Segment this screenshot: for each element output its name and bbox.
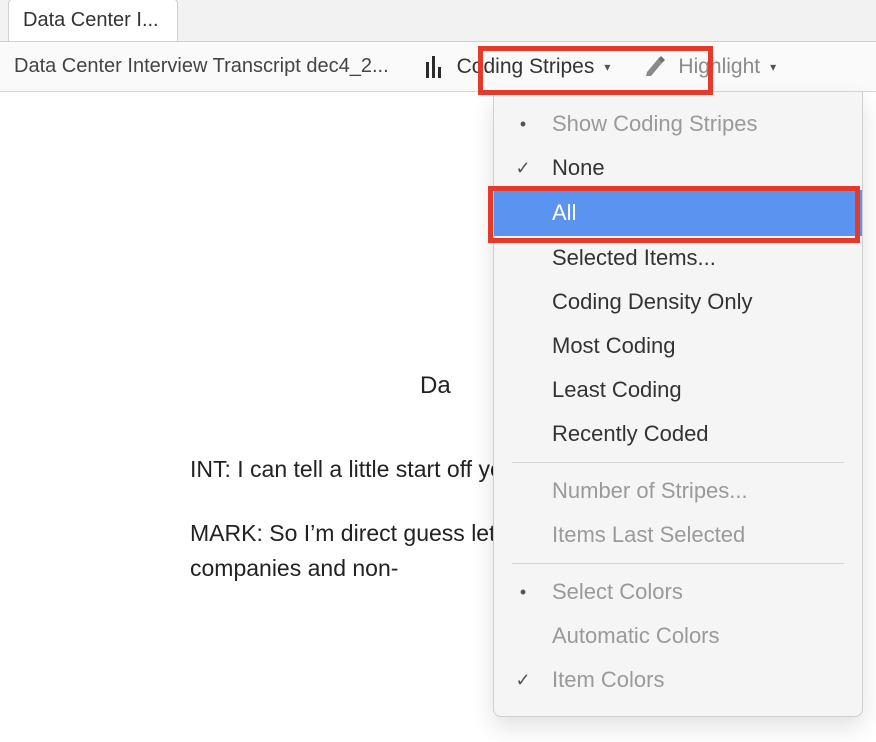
- coding-stripes-button[interactable]: Coding Stripes ▾: [409, 49, 621, 85]
- menu-item[interactable]: All: [494, 190, 862, 236]
- bullet-icon: •: [494, 114, 552, 135]
- menu-item-label: Item Colors: [552, 667, 844, 693]
- highlight-button-label: Highlight: [678, 55, 760, 79]
- coding-stripes-button-label: Coding Stripes: [457, 55, 595, 79]
- menu-item: ✓Item Colors: [494, 658, 862, 702]
- checkmark-icon: ✓: [494, 670, 552, 691]
- menu-item-label: Automatic Colors: [552, 623, 844, 649]
- menu-item-label: Most Coding: [552, 333, 844, 359]
- menu-item[interactable]: •Show Coding Stripes: [494, 102, 862, 146]
- menu-item[interactable]: Most Coding: [494, 324, 862, 368]
- menu-item-label: Items Last Selected: [552, 522, 844, 548]
- menu-item-label: Show Coding Stripes: [552, 111, 844, 137]
- tab-row: Data Center I...: [0, 0, 876, 42]
- coding-stripes-icon: [419, 56, 449, 78]
- document-tab[interactable]: Data Center I...: [8, 0, 178, 41]
- menu-item[interactable]: Least Coding: [494, 368, 862, 412]
- menu-item: Items Last Selected: [494, 513, 862, 557]
- menu-item-label: Selected Items...: [552, 245, 844, 271]
- menu-item[interactable]: Coding Density Only: [494, 280, 862, 324]
- document-tab-label: Data Center I...: [23, 9, 159, 32]
- menu-item: Automatic Colors: [494, 614, 862, 658]
- menu-item-label: Coding Density Only: [552, 289, 844, 315]
- toolbar: Data Center Interview Transcript dec4_2.…: [0, 42, 876, 92]
- highlighter-icon: [640, 56, 670, 78]
- menu-item-label: Recently Coded: [552, 421, 844, 447]
- menu-item[interactable]: Selected Items...: [494, 236, 862, 280]
- menu-item-label: Number of Stripes...: [552, 478, 844, 504]
- highlight-button[interactable]: Highlight ▾: [630, 49, 786, 85]
- document-heading-fragment: Da: [420, 367, 451, 404]
- checkmark-icon: ✓: [494, 158, 552, 179]
- document-title: Data Center Interview Transcript dec4_2.…: [10, 49, 393, 84]
- chevron-down-icon: ▾: [770, 60, 776, 74]
- menu-item[interactable]: Recently Coded: [494, 412, 862, 456]
- menu-item-label: All: [552, 200, 844, 226]
- bullet-icon: •: [494, 582, 552, 603]
- chevron-down-icon: ▾: [604, 60, 610, 74]
- menu-item-label: Least Coding: [552, 377, 844, 403]
- coding-stripes-menu: •Show Coding Stripes✓NoneAllSelected Ite…: [493, 92, 863, 717]
- menu-item-label: None: [552, 155, 844, 181]
- menu-item: Number of Stripes...: [494, 469, 862, 513]
- menu-item[interactable]: ✓None: [494, 146, 862, 190]
- menu-item: •Select Colors: [494, 570, 862, 614]
- menu-item-label: Select Colors: [552, 579, 844, 605]
